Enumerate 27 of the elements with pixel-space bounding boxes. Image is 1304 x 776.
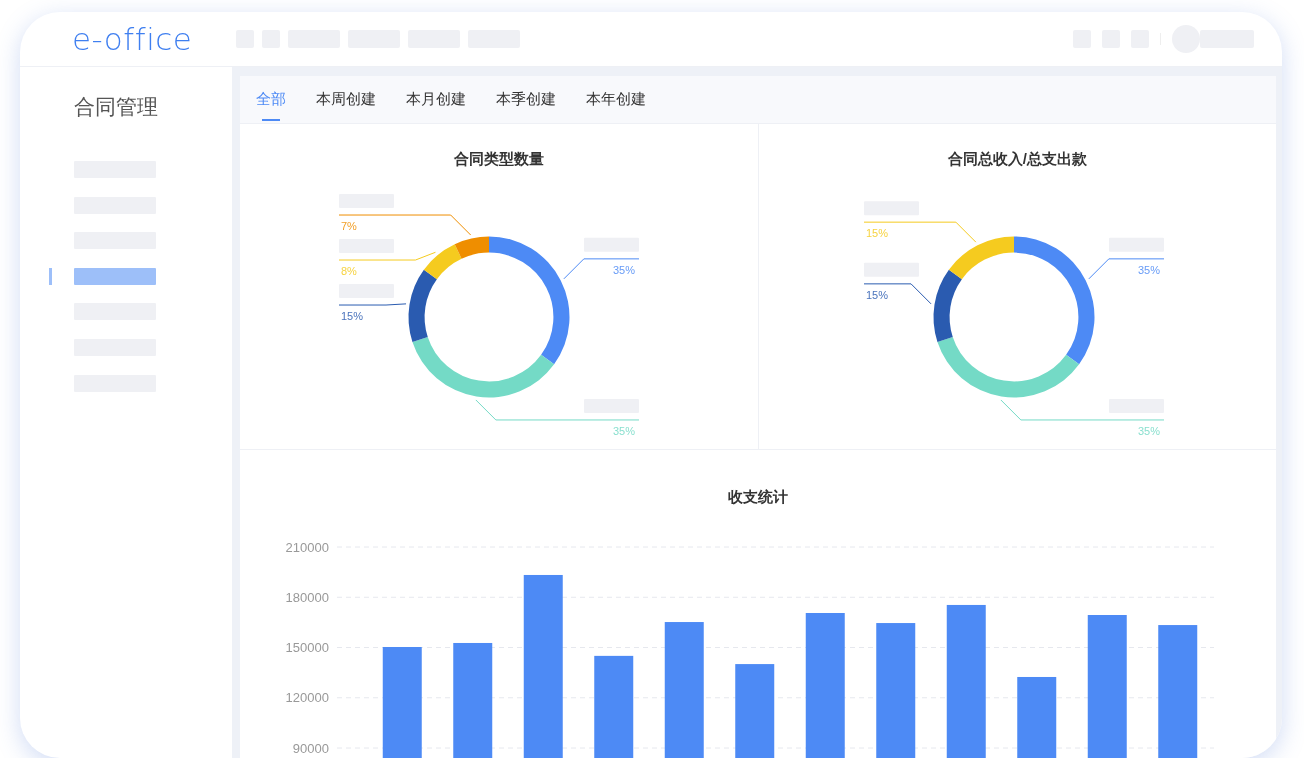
tab[interactable]: 本季创建: [496, 76, 556, 123]
percent-label: 15%: [865, 227, 888, 240]
percent-label: 35%: [1137, 424, 1160, 437]
tab[interactable]: 本周创建: [316, 76, 376, 123]
axis-label: 90000: [292, 740, 329, 756]
percent-label: 35%: [613, 424, 636, 437]
selection-indicator: [49, 267, 52, 285]
leader-line: [338, 303, 407, 306]
tab[interactable]: 本月创建: [406, 76, 466, 123]
sidebar-title: 合同管理: [74, 94, 158, 120]
percent-label: 7%: [341, 220, 358, 232]
axis-label: 180000: [285, 589, 329, 605]
sidebar-item[interactable]: [74, 267, 156, 285]
percent-label: 35%: [613, 263, 636, 276]
percent-label: 8%: [341, 265, 358, 277]
tab[interactable]: 本年创建: [586, 76, 646, 123]
percent-label: 15%: [865, 288, 888, 301]
axis-label: 150000: [285, 639, 329, 655]
chart-title: 合同总收入/总支出款: [947, 150, 1087, 169]
percent-label: 35%: [1137, 263, 1160, 276]
axis-label: 120000: [285, 689, 329, 705]
axis-label: 210000: [285, 539, 329, 555]
chart-title: 合同类型数量: [453, 150, 544, 169]
percent-label: 15%: [341, 310, 364, 322]
logo: e-office: [72, 23, 193, 55]
chart-title: 收支统计: [728, 488, 788, 507]
leader-line: [863, 283, 932, 305]
